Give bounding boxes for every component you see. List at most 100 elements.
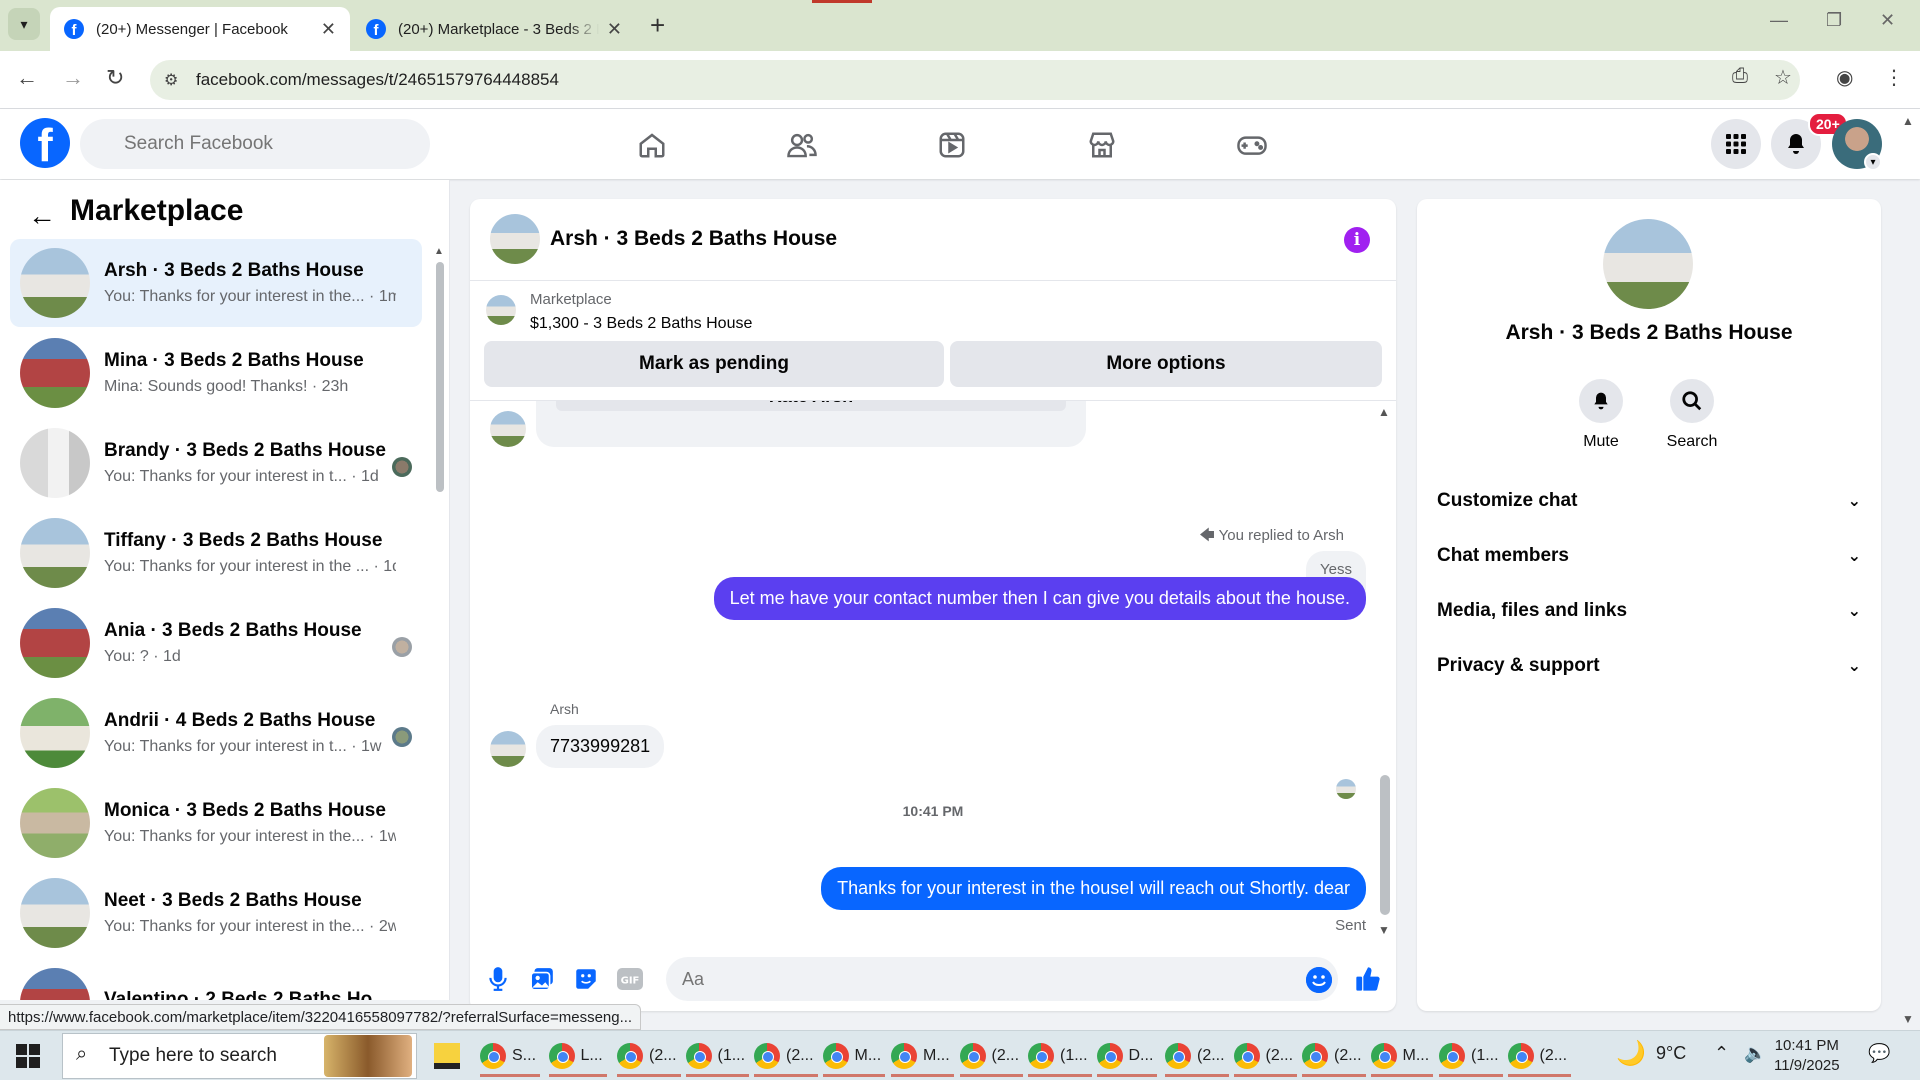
address-bar[interactable]: ⚙ facebook.com/messages/t/24651579764448… — [150, 60, 1800, 100]
restore-icon[interactable]: ❐ — [1826, 10, 1842, 31]
tab-marketplace[interactable]: f (20+) Marketplace - 3 Beds 2 Baths Hou… — [352, 7, 636, 51]
chat-avatar[interactable] — [490, 214, 540, 264]
back-arrow-icon[interactable]: ← — [16, 65, 38, 91]
more-options-button[interactable]: More options — [950, 341, 1382, 387]
new-tab-button[interactable]: + — [650, 10, 665, 41]
sidebar-scrollbar[interactable] — [436, 262, 444, 492]
page-scroll-down-icon[interactable]: ▼ — [1902, 1012, 1914, 1026]
tab-search-button[interactable]: ▾ — [8, 8, 40, 40]
conversation-item[interactable]: Neet · 3 Beds 2 Baths House You: Thanks … — [10, 869, 422, 957]
conversation-item[interactable]: Arsh · 3 Beds 2 Baths House You: Thanks … — [10, 239, 422, 327]
conversation-item[interactable]: Andrii · 4 Beds 2 Baths House You: Thank… — [10, 689, 422, 777]
chevron-up-icon[interactable]: ⌃ — [1714, 1043, 1729, 1064]
notification-center-icon[interactable]: 💬 — [1868, 1043, 1890, 1064]
message-timestamp: 10:41 PM — [902, 803, 964, 819]
taskbar-app-button[interactable]: M... — [1370, 1037, 1434, 1077]
facebook-logo[interactable]: f — [20, 118, 70, 168]
mute-button[interactable]: Mute — [1556, 379, 1646, 451]
taskbar-app-button[interactable]: (2... — [1233, 1037, 1298, 1077]
profile-icon[interactable]: ◉ — [1836, 65, 1853, 90]
friends-icon[interactable] — [782, 125, 822, 165]
listing-thumbnail[interactable] — [486, 295, 516, 325]
photo-icon[interactable] — [528, 965, 556, 993]
facebook-favicon-icon: f — [366, 19, 386, 39]
info-icon[interactable]: i — [1344, 227, 1370, 253]
taskbar-app-button[interactable]: (2... — [1165, 1037, 1229, 1077]
menu-kebab-icon[interactable]: ⋮ — [1884, 65, 1904, 90]
microphone-icon[interactable] — [484, 965, 512, 993]
message-input[interactable] — [666, 957, 1338, 1001]
home-icon[interactable] — [632, 125, 672, 165]
incoming-message[interactable]: 7733999281 — [536, 725, 665, 768]
tab-messenger[interactable]: f (20+) Messenger | Facebook ✕ — [50, 7, 350, 51]
conversation-item[interactable]: Tiffany · 3 Beds 2 Baths House You: Than… — [10, 509, 422, 597]
listing-title[interactable]: $1,300 - 3 Beds 2 Baths House — [530, 315, 752, 333]
forward-arrow-icon[interactable]: → — [62, 65, 84, 91]
chrome-icon — [548, 1042, 575, 1069]
taskbar-app-button[interactable]: (2... — [754, 1037, 818, 1077]
gaming-icon[interactable] — [1232, 125, 1272, 165]
conversation-info-panel: Arsh · 3 Beds 2 Baths House Mute Search … — [1417, 199, 1881, 1011]
bookmark-star-icon[interactable]: ☆ — [1774, 65, 1792, 90]
install-app-icon[interactable]: ⎙ — [1732, 65, 1748, 88]
taskbar-app-button[interactable]: S... — [480, 1037, 541, 1077]
close-tab-icon[interactable]: ✕ — [321, 19, 336, 40]
taskbar-app-button[interactable]: (2... — [1302, 1037, 1366, 1077]
chevron-down-icon[interactable]: ▾ — [1864, 153, 1882, 171]
chat-title[interactable]: Arsh · 3 Beds 2 Baths House — [550, 227, 837, 251]
taskbar-app-button[interactable]: (2... — [617, 1037, 681, 1077]
gif-icon[interactable]: GIF — [616, 965, 644, 993]
taskbar-app-button[interactable]: (1... — [685, 1037, 750, 1077]
weather-temp[interactable]: 9°C — [1656, 1043, 1686, 1064]
taskbar-app-button[interactable]: (1... — [1439, 1037, 1503, 1077]
outgoing-message[interactable]: Thanks for your interest in the houseI w… — [821, 867, 1366, 910]
conversation-item[interactable]: Ania · 3 Beds 2 Baths House You: ? · 1d — [10, 599, 422, 687]
speaker-icon[interactable]: 🔈 — [1744, 1043, 1766, 1064]
message-scrollbar[interactable] — [1380, 775, 1390, 915]
taskbar-clock[interactable]: 10:41 PM 11/9/2025 — [1774, 1036, 1840, 1076]
scroll-up-arrow-icon[interactable]: ▲ — [1378, 405, 1390, 419]
conversation-item[interactable]: Monica · 3 Beds 2 Baths House You: Thank… — [10, 779, 422, 867]
site-info-icon[interactable]: ⚙ — [164, 70, 178, 90]
close-window-icon[interactable]: ✕ — [1880, 10, 1895, 31]
chat-members-section[interactable]: Chat members ⌄ — [1437, 536, 1861, 576]
minimize-icon[interactable]: — — [1770, 10, 1788, 31]
conversation-item[interactable]: Brandy · 3 Beds 2 Baths House You: Thank… — [10, 419, 422, 507]
search-in-conversation-button[interactable]: Search — [1647, 379, 1737, 451]
conversation-item[interactable]: Mina · 3 Beds 2 Baths House Mina: Sounds… — [10, 329, 422, 417]
taskbar-app-button[interactable]: (1... — [1028, 1037, 1092, 1077]
customize-chat-section[interactable]: Customize chat ⌄ — [1437, 481, 1861, 521]
conversation-avatar — [20, 518, 90, 588]
sticky-notes-icon[interactable] — [434, 1043, 460, 1069]
taskbar-app-button[interactable]: M... — [822, 1037, 886, 1077]
mark-as-pending-button[interactable]: Mark as pending — [484, 341, 944, 387]
windows-start-icon[interactable] — [16, 1044, 40, 1068]
taskbar-app-label: (2... — [1539, 1046, 1568, 1064]
taskbar-app-button[interactable]: M... — [891, 1037, 954, 1077]
outgoing-message[interactable]: Let me have your contact number then I c… — [713, 577, 1366, 620]
facebook-search-input[interactable] — [80, 119, 430, 169]
conversation-avatar[interactable] — [1603, 219, 1693, 309]
page-scroll-up-icon[interactable]: ▲ — [1902, 114, 1914, 128]
weather-icon[interactable]: 🌙 — [1616, 1039, 1646, 1068]
taskbar-app-button[interactable]: L... — [548, 1037, 607, 1077]
taskbar-app-button[interactable]: (2... — [1507, 1037, 1572, 1077]
back-arrow-icon[interactable]: ← — [28, 200, 56, 232]
emoji-icon[interactable] — [1306, 967, 1332, 993]
scroll-up-arrow-icon[interactable]: ▲ — [434, 246, 444, 257]
close-tab-icon[interactable]: ✕ — [607, 19, 622, 40]
video-icon[interactable] — [932, 125, 972, 165]
conversation-item[interactable]: Valentino · 2 Beds 2 Baths Ho... — [10, 959, 422, 1000]
media-files-links-section[interactable]: Media, files and links ⌄ — [1437, 591, 1861, 631]
rate-arsh-button[interactable]: Rate Arsh — [556, 401, 1066, 411]
sticker-icon[interactable] — [572, 965, 600, 993]
marketplace-icon[interactable] — [1082, 125, 1122, 165]
taskbar-app-button[interactable]: (2... — [959, 1037, 1024, 1077]
taskbar-app-button[interactable]: D... — [1096, 1037, 1158, 1077]
facebook-favicon-icon: f — [64, 19, 84, 39]
reload-icon[interactable]: ↻ — [106, 65, 124, 91]
privacy-support-section[interactable]: Privacy & support ⌄ — [1437, 646, 1861, 686]
thumbs-up-icon[interactable] — [1354, 965, 1382, 993]
scroll-down-arrow-icon[interactable]: ▼ — [1378, 923, 1390, 937]
menu-grid-icon[interactable] — [1711, 119, 1761, 169]
